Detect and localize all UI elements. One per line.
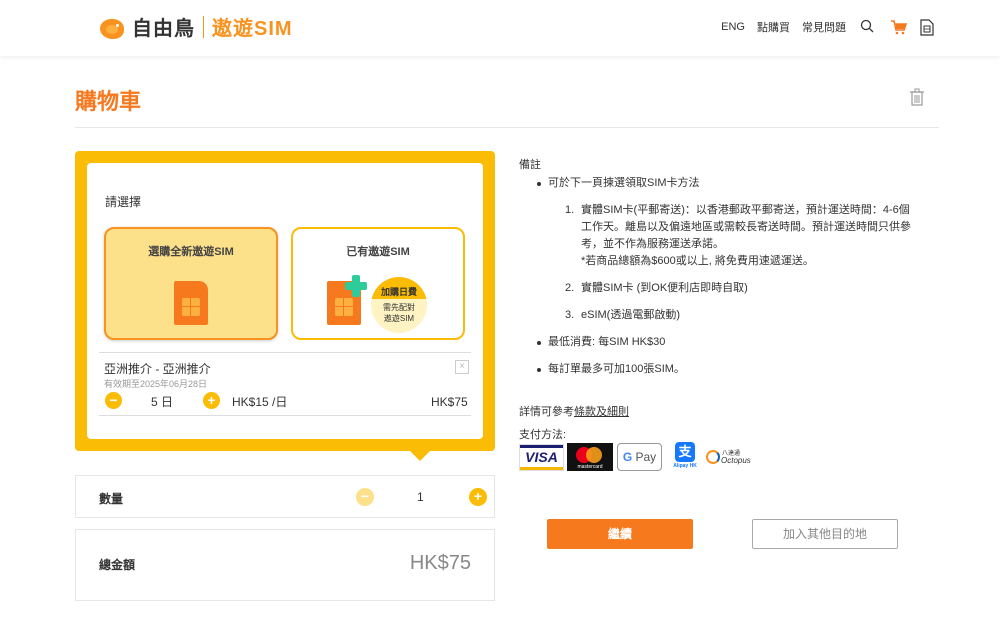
bird-logo-icon bbox=[98, 13, 128, 41]
terms-link[interactable]: 條款及細則 bbox=[574, 406, 629, 418]
notes-section: 備註 可於下一頁揀選領取SIM卡方法 1. 實體SIM卡(平郵寄送)：以香港郵政… bbox=[519, 157, 939, 378]
cart-icon[interactable] bbox=[890, 19, 908, 35]
total-row: 總金額 HK$75 bbox=[75, 529, 495, 601]
item-valid-until: 有效期至2025年06月28日 bbox=[104, 379, 208, 389]
page-title: 購物車 bbox=[75, 89, 142, 114]
brand-divider bbox=[203, 15, 204, 38]
notes-sub-line: 考，並不作為服務運送承諾。 bbox=[581, 238, 724, 250]
quantity-label: 數量 bbox=[99, 492, 124, 506]
notes-sub-line: 實體SIM卡 (到OK便利店即時自取) bbox=[581, 282, 748, 294]
terms-text: 詳情可參考條款及細則 bbox=[519, 403, 629, 419]
nav-how-to-buy[interactable]: 點購買 bbox=[757, 19, 790, 35]
search-icon[interactable] bbox=[860, 19, 876, 35]
sim-icon[interactable] bbox=[920, 19, 936, 36]
plus-icon bbox=[345, 275, 367, 297]
increase-days-button[interactable]: + bbox=[203, 392, 220, 409]
quantity-row: 數量 − 1 + bbox=[75, 475, 495, 518]
mastercard-icon: mastercard bbox=[567, 443, 613, 471]
notes-sub-number: 3. bbox=[565, 309, 575, 321]
total-value: HK$75 bbox=[409, 552, 471, 574]
notes-title: 備註 bbox=[519, 159, 541, 171]
alipay-glyph: 支 bbox=[675, 442, 695, 462]
site-header: 自由鳥 遨遊SIM ENG 點購買 常見問題 bbox=[0, 0, 1000, 56]
google-pay-text: Pay bbox=[635, 450, 657, 464]
alipay-icon: 支 Alipay HK bbox=[670, 442, 700, 472]
option-existing-sim[interactable]: 已有遨遊SIM 加購日費 需先配對 遨遊SIM bbox=[291, 227, 465, 340]
addon-sub-line: 遨遊SIM bbox=[383, 314, 415, 323]
payment-label: 支付方法: bbox=[519, 429, 567, 441]
notes-bullet: 每訂單最多可加100張SIM。 bbox=[519, 361, 939, 378]
google-g-letter: G bbox=[622, 450, 633, 464]
add-destination-button[interactable]: 加入其他目的地 bbox=[752, 519, 898, 549]
item-divider bbox=[99, 415, 471, 416]
notes-sub-item: 3. eSIM(透過電郵啟動) bbox=[519, 307, 939, 324]
notes-sub-line: 實體SIM卡(平郵寄送)：以香港郵政平郵寄送，預計運送時間：4-6個 bbox=[581, 204, 910, 216]
notes-bullet: 可於下一頁揀選領取SIM卡方法 bbox=[519, 175, 939, 192]
payment-methods: VISA mastercard G Pay 支 Alipay HK 八達通 Oc… bbox=[519, 442, 754, 472]
nav-language[interactable]: ENG bbox=[721, 21, 745, 33]
brand-product: 遨遊SIM bbox=[212, 18, 293, 40]
card-pointer bbox=[408, 449, 432, 461]
octopus-en-text: Octopus bbox=[721, 456, 751, 465]
google-pay-icon: G Pay bbox=[617, 443, 662, 471]
quantity-value: 1 bbox=[417, 490, 424, 504]
option-new-sim[interactable]: 選購全新遨遊SIM bbox=[104, 227, 278, 340]
trash-icon[interactable] bbox=[908, 88, 926, 106]
top-nav: ENG 點購買 常見問題 bbox=[709, 19, 936, 36]
notes-sub-line: 工作天。離島以及偏遠地區或需較長寄送時間。預計運送時間只供參 bbox=[581, 221, 911, 233]
remove-item-button[interactable]: × bbox=[455, 360, 469, 374]
product-card: 請選擇 選購全新遨遊SIM 已有遨遊SIM 加購日費 需先配對 遨遊SIM 亞洲… bbox=[75, 151, 495, 451]
notes-sub-item: 2. 實體SIM卡 (到OK便利店即時自取) bbox=[519, 280, 939, 297]
option-new-sim-label: 選購全新遨遊SIM bbox=[148, 246, 234, 258]
quantity-increase-button[interactable]: + bbox=[469, 488, 487, 506]
continue-button[interactable]: 繼續 bbox=[547, 519, 693, 549]
notes-sub-number: 1. bbox=[565, 204, 575, 216]
brand-logo[interactable]: 自由鳥 遨遊SIM bbox=[98, 12, 293, 41]
option-existing-sim-label: 已有遨遊SIM bbox=[346, 246, 410, 258]
notes-sub-line: *若商品總額為$600或以上, 將免費用速遞運送。 bbox=[581, 255, 814, 267]
addon-title: 加購日費 bbox=[371, 277, 427, 299]
brand-name: 自由鳥 bbox=[132, 18, 195, 40]
notes-sub-item: 1. 實體SIM卡(平郵寄送)：以香港郵政平郵寄送，預計運送時間：4-6個 工作… bbox=[519, 202, 939, 270]
title-divider bbox=[75, 127, 939, 128]
total-label: 總金額 bbox=[99, 558, 136, 572]
item-daily-price: HK$15 /日 bbox=[232, 395, 288, 409]
notes-sub-number: 2. bbox=[565, 282, 575, 294]
notes-bullet: 最低消費: 每SIM HK$30 bbox=[519, 334, 939, 351]
sim-card-icon bbox=[174, 281, 208, 325]
addon-badge: 加購日費 需先配對 遨遊SIM bbox=[371, 277, 427, 333]
item-divider bbox=[99, 352, 471, 353]
nav-faq[interactable]: 常見問題 bbox=[802, 19, 846, 35]
terms-prefix: 詳情可參考 bbox=[519, 406, 574, 418]
addon-sub-line: 需先配對 bbox=[383, 303, 415, 312]
octopus-icon: 八達通 Octopus bbox=[706, 443, 754, 471]
visa-icon: VISA bbox=[519, 443, 564, 471]
item-price: HK$75 bbox=[431, 395, 468, 409]
alipay-text: Alipay HK bbox=[673, 463, 697, 469]
item-name: 亞洲推介 - 亞洲推介 bbox=[104, 362, 211, 376]
decrease-days-button[interactable]: − bbox=[105, 392, 122, 409]
notes-sub-line: eSIM(透過電郵啟動) bbox=[581, 309, 680, 321]
item-days: 5 日 bbox=[151, 395, 174, 409]
quantity-decrease-button[interactable]: − bbox=[356, 488, 374, 506]
mastercard-text: mastercard bbox=[577, 464, 603, 470]
choose-label: 請選擇 bbox=[105, 195, 142, 209]
product-card-inner: 請選擇 選購全新遨遊SIM 已有遨遊SIM 加購日費 需先配對 遨遊SIM 亞洲… bbox=[87, 163, 483, 439]
